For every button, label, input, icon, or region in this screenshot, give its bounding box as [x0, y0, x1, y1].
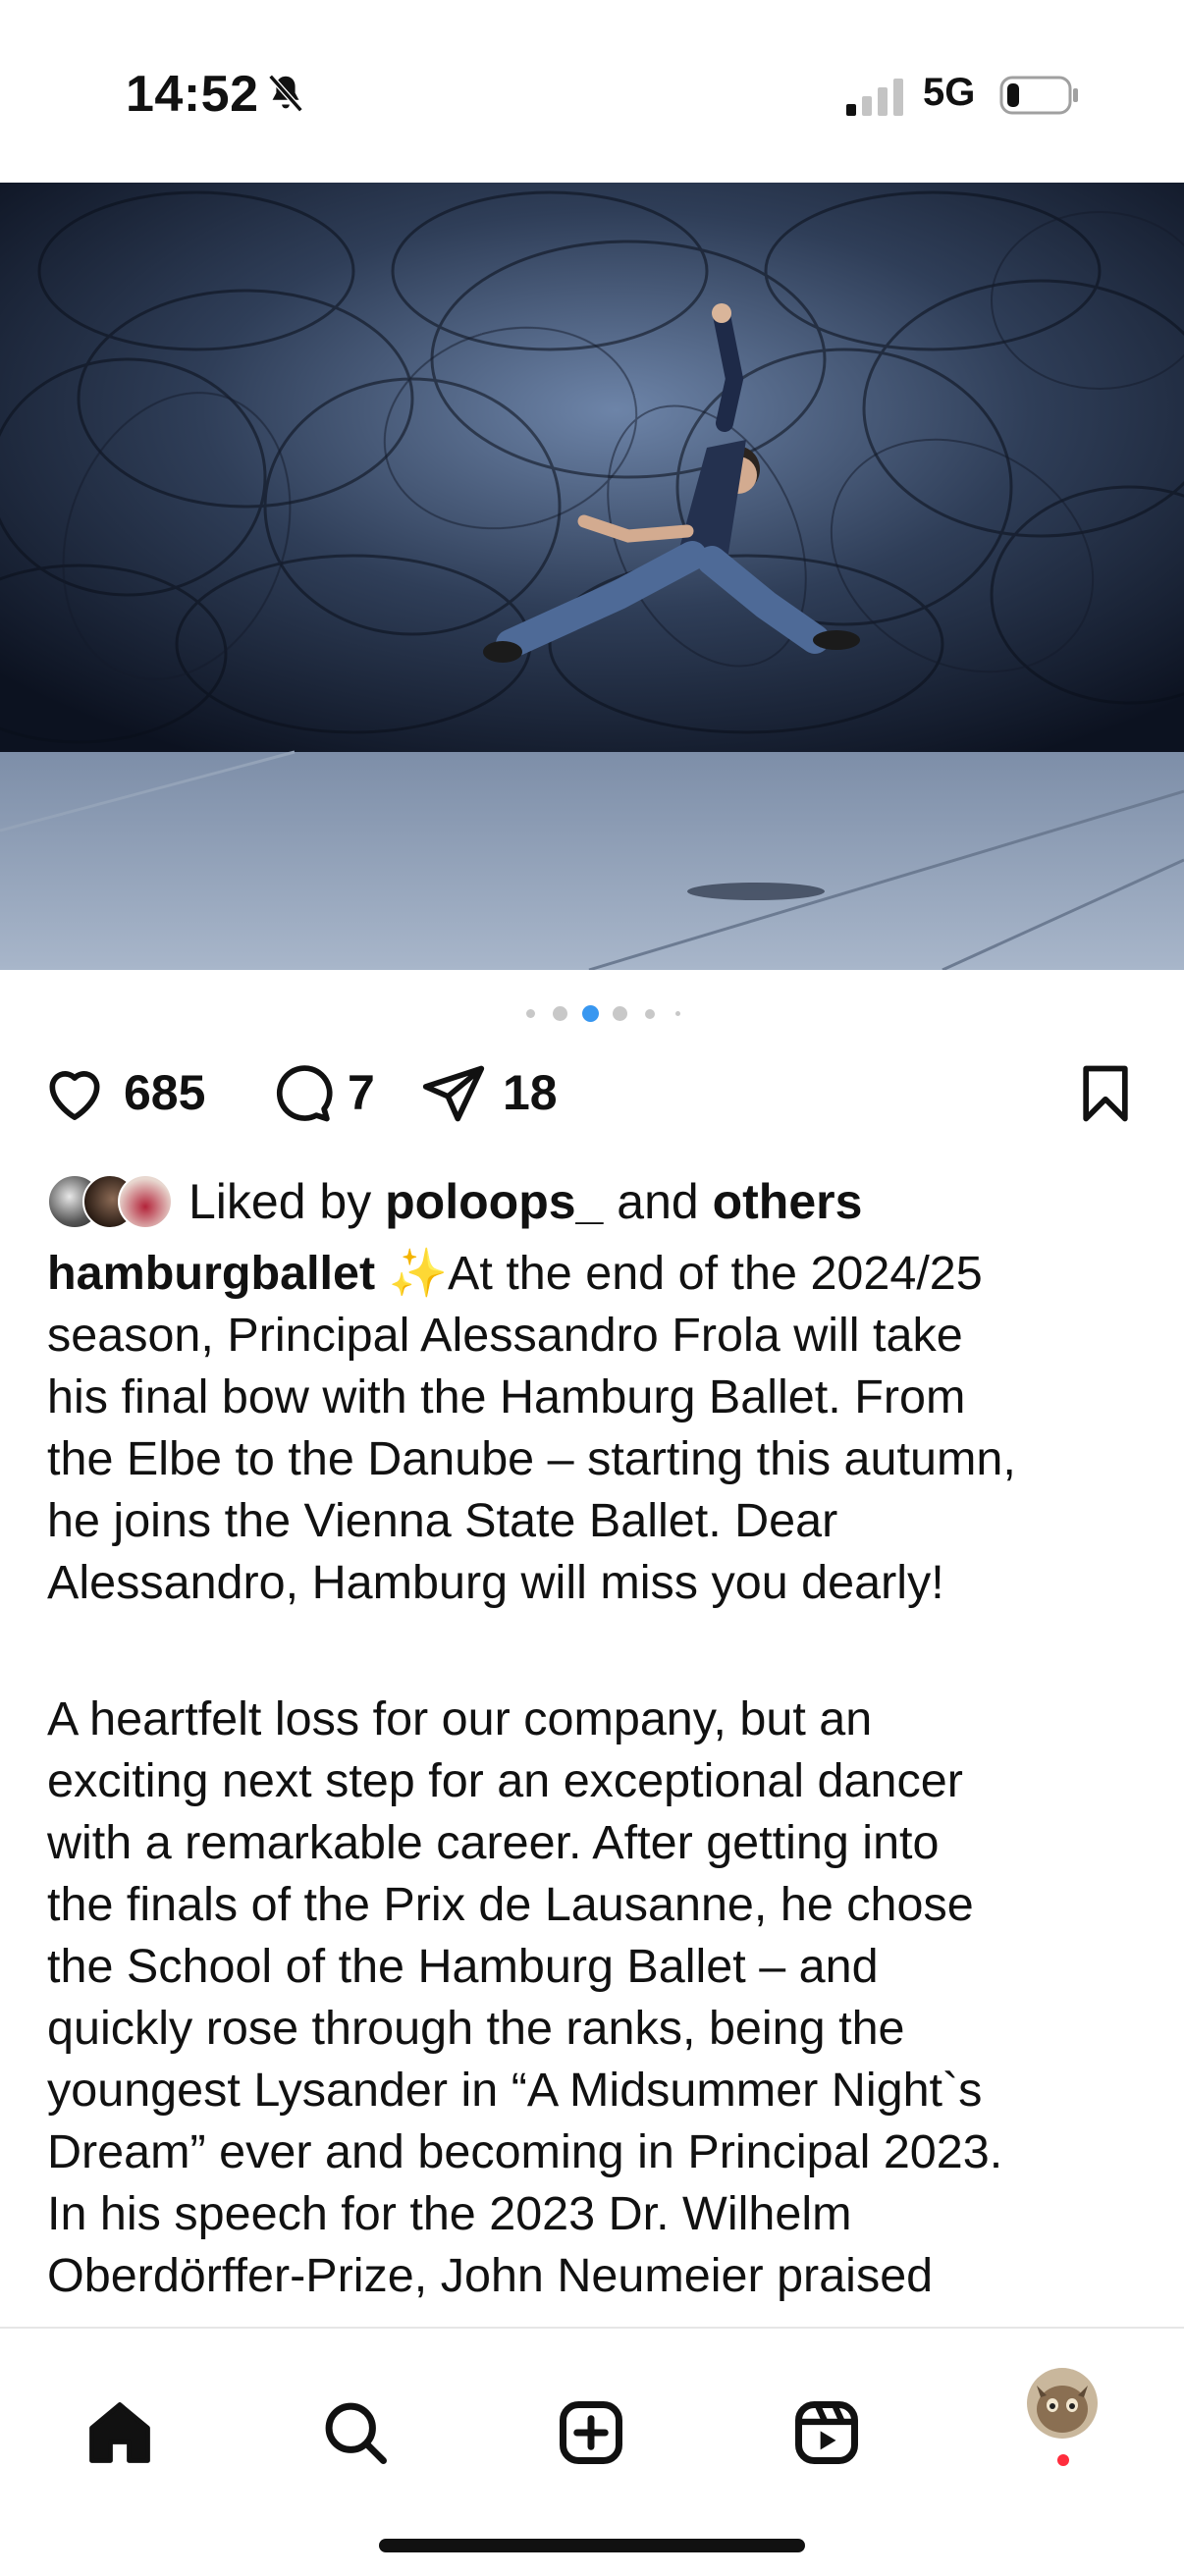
caption-line: Alessandro, Hamburg will miss you dearly…	[47, 1556, 944, 1609]
caption-line: the Elbe to the Danube – starting this a…	[47, 1432, 1016, 1485]
carousel-dot-active	[582, 1005, 599, 1022]
liker-avatars	[47, 1174, 177, 1229]
post-image[interactable]	[0, 183, 1184, 970]
share-count[interactable]: 18	[503, 1064, 558, 1121]
home-indicator	[379, 2539, 805, 2552]
status-time: 14:52	[126, 66, 259, 123]
carousel-dot	[526, 1009, 535, 1018]
liked-by-prefix: Liked by	[188, 1174, 372, 1229]
network-type: 5G	[923, 71, 976, 114]
liked-by-others[interactable]: others	[713, 1174, 863, 1229]
bell-slash-icon	[268, 74, 303, 113]
create-post-icon[interactable]	[554, 2395, 628, 2470]
share-icon[interactable]	[420, 1060, 487, 1127]
like-count[interactable]: 685	[124, 1064, 205, 1121]
comment-count[interactable]: 7	[348, 1064, 375, 1121]
notification-dot	[1057, 2454, 1069, 2466]
home-icon[interactable]	[82, 2395, 157, 2470]
caption-line: the finals of the Prix de Lausanne, he c…	[47, 1878, 974, 1931]
caption-line: A heartfelt loss for our company, but an	[47, 1692, 873, 1745]
caption-line: the School of the Hamburg Ballet – and	[47, 1940, 879, 1993]
caption-line-1-text: At the end of the 2024/25	[448, 1247, 983, 1300]
liker-username[interactable]: poloops_	[385, 1174, 603, 1229]
caption-line: with a remarkable career. After getting …	[47, 1816, 940, 1869]
heart-icon[interactable]	[41, 1060, 108, 1127]
comment-icon[interactable]	[267, 1060, 334, 1127]
carousel-dot	[613, 1006, 627, 1021]
caption-line: youngest Lysander in “A Midsummer Night`…	[47, 2064, 983, 2117]
post-actions: 685 7 18	[0, 1058, 1184, 1127]
caption-line: Dream” ever and becoming in Principal 20…	[47, 2125, 1003, 2178]
liked-by-and: and	[617, 1174, 699, 1229]
profile-avatar[interactable]	[1027, 2368, 1098, 2439]
caption-line: he joins the Vienna State Ballet. Dear	[47, 1494, 838, 1547]
caption-username[interactable]: hamburgballet	[47, 1247, 375, 1300]
reels-icon[interactable]	[789, 2395, 864, 2470]
dancer-photo	[0, 183, 1184, 970]
carousel-dot	[645, 1009, 655, 1019]
caption-line: his final bow with the Hamburg Ballet. F…	[47, 1370, 966, 1423]
post-caption: hamburgballet ✨At the end of the 2024/25…	[47, 1243, 1137, 2307]
battery-icon	[999, 76, 1078, 115]
caption-line-1: hamburgballet ✨At the end of the 2024/25	[47, 1243, 1137, 1305]
caption-line: Oberdörffer-Prize, John Neumeier praised	[47, 2249, 934, 2302]
caption-line: In his speech for the 2023 Dr. Wilhelm	[47, 2187, 852, 2240]
liked-by-text: Liked by poloops_ and others	[188, 1174, 862, 1229]
caption-line: quickly rose through the ranks, being th…	[47, 2002, 905, 2055]
search-icon[interactable]	[318, 2395, 393, 2470]
caption-line: season, Principal Alessandro Frola will …	[47, 1309, 963, 1362]
avatar	[118, 1174, 173, 1229]
cat-avatar-icon	[1027, 2368, 1098, 2439]
sparkles-emoji: ✨	[388, 1247, 449, 1300]
status-bar: 14:52 5G	[0, 0, 1184, 183]
signal-icon	[846, 79, 903, 116]
bookmark-icon[interactable]	[1072, 1060, 1139, 1127]
carousel-indicator	[0, 1005, 1184, 1022]
carousel-dot	[553, 1006, 567, 1021]
carousel-dot	[675, 1011, 680, 1016]
caption-line: exciting next step for an exceptional da…	[47, 1754, 963, 1807]
